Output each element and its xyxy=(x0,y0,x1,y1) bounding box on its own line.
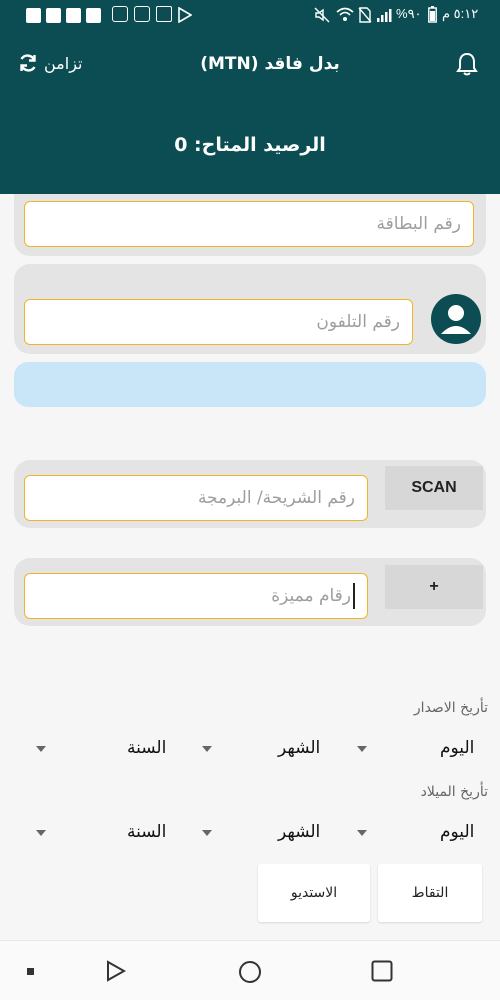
birth-day-select[interactable]: اليوم xyxy=(440,822,474,842)
notification-icon xyxy=(46,8,61,23)
recent-apps-icon[interactable] xyxy=(371,960,393,982)
notification-icon xyxy=(66,8,81,23)
chevron-down-icon[interactable] xyxy=(202,830,212,836)
text-cursor xyxy=(353,583,355,609)
home-icon[interactable] xyxy=(238,960,262,984)
sync-icon xyxy=(20,54,36,72)
studio-button[interactable]: الاستديو xyxy=(258,864,370,922)
app-header: بدل فاقد (MTN) تزامن الرصيد المتاح: 0 xyxy=(0,32,500,194)
issue-day-select[interactable]: اليوم xyxy=(440,738,474,758)
chevron-down-icon[interactable] xyxy=(202,746,212,752)
page-title: بدل فاقد (MTN) xyxy=(200,54,340,74)
notification-icon xyxy=(86,8,101,23)
scan-button[interactable]: SCAN xyxy=(385,466,483,510)
issue-month-select[interactable]: الشهر xyxy=(278,738,320,758)
capture-button[interactable]: التقاط xyxy=(378,864,482,922)
birth-month-select[interactable]: الشهر xyxy=(278,822,320,842)
nav-dot-icon[interactable] xyxy=(27,968,34,975)
play-store-icon xyxy=(178,7,192,23)
signal-icon xyxy=(377,9,392,22)
special-number-input[interactable]: رقام مميزة xyxy=(24,573,368,619)
battery-icon xyxy=(428,6,437,23)
issue-year-select[interactable]: السنة xyxy=(127,738,166,758)
battery-percent: %٩٠ xyxy=(396,6,422,21)
sync-button[interactable]: تزامن xyxy=(18,53,82,73)
nav-play-icon[interactable] xyxy=(106,960,126,982)
system-nav-bar xyxy=(0,940,500,1000)
mute-icon xyxy=(314,7,330,23)
chevron-down-icon[interactable] xyxy=(36,746,46,752)
info-bar xyxy=(14,362,486,407)
wifi-icon xyxy=(336,7,354,21)
birth-year-select[interactable]: السنة xyxy=(127,822,166,842)
contact-picker-button[interactable] xyxy=(431,294,481,344)
chevron-down-icon[interactable] xyxy=(36,830,46,836)
sync-label: تزامن xyxy=(44,53,83,73)
phone-input[interactable]: رقم التلفون xyxy=(24,299,413,345)
person-icon xyxy=(441,305,471,334)
keyboard-icon xyxy=(156,6,172,22)
no-sim-icon xyxy=(358,7,372,23)
issue-date-label: تأريخ الاصدار xyxy=(413,700,488,716)
birth-date-label: تأريخ الميلاد xyxy=(420,784,488,800)
bell-icon[interactable] xyxy=(456,52,478,76)
status-bar: %٩٠ ٥:١٢ م xyxy=(0,0,500,32)
clock: ٥:١٢ م xyxy=(442,6,479,21)
chevron-down-icon[interactable] xyxy=(357,746,367,752)
sim-input[interactable]: رقم الشريحة/ البرمجة xyxy=(24,475,368,521)
add-button[interactable]: + xyxy=(385,565,483,609)
image-notification-icon xyxy=(134,6,150,22)
special-number-placeholder: رقام مميزة xyxy=(271,586,351,606)
card-number-input[interactable]: رقم البطاقة xyxy=(24,201,474,247)
balance-label: الرصيد المتاح: 0 xyxy=(174,134,326,156)
app-notification-icon xyxy=(112,6,128,22)
notification-icon xyxy=(26,8,41,23)
chevron-down-icon[interactable] xyxy=(357,830,367,836)
